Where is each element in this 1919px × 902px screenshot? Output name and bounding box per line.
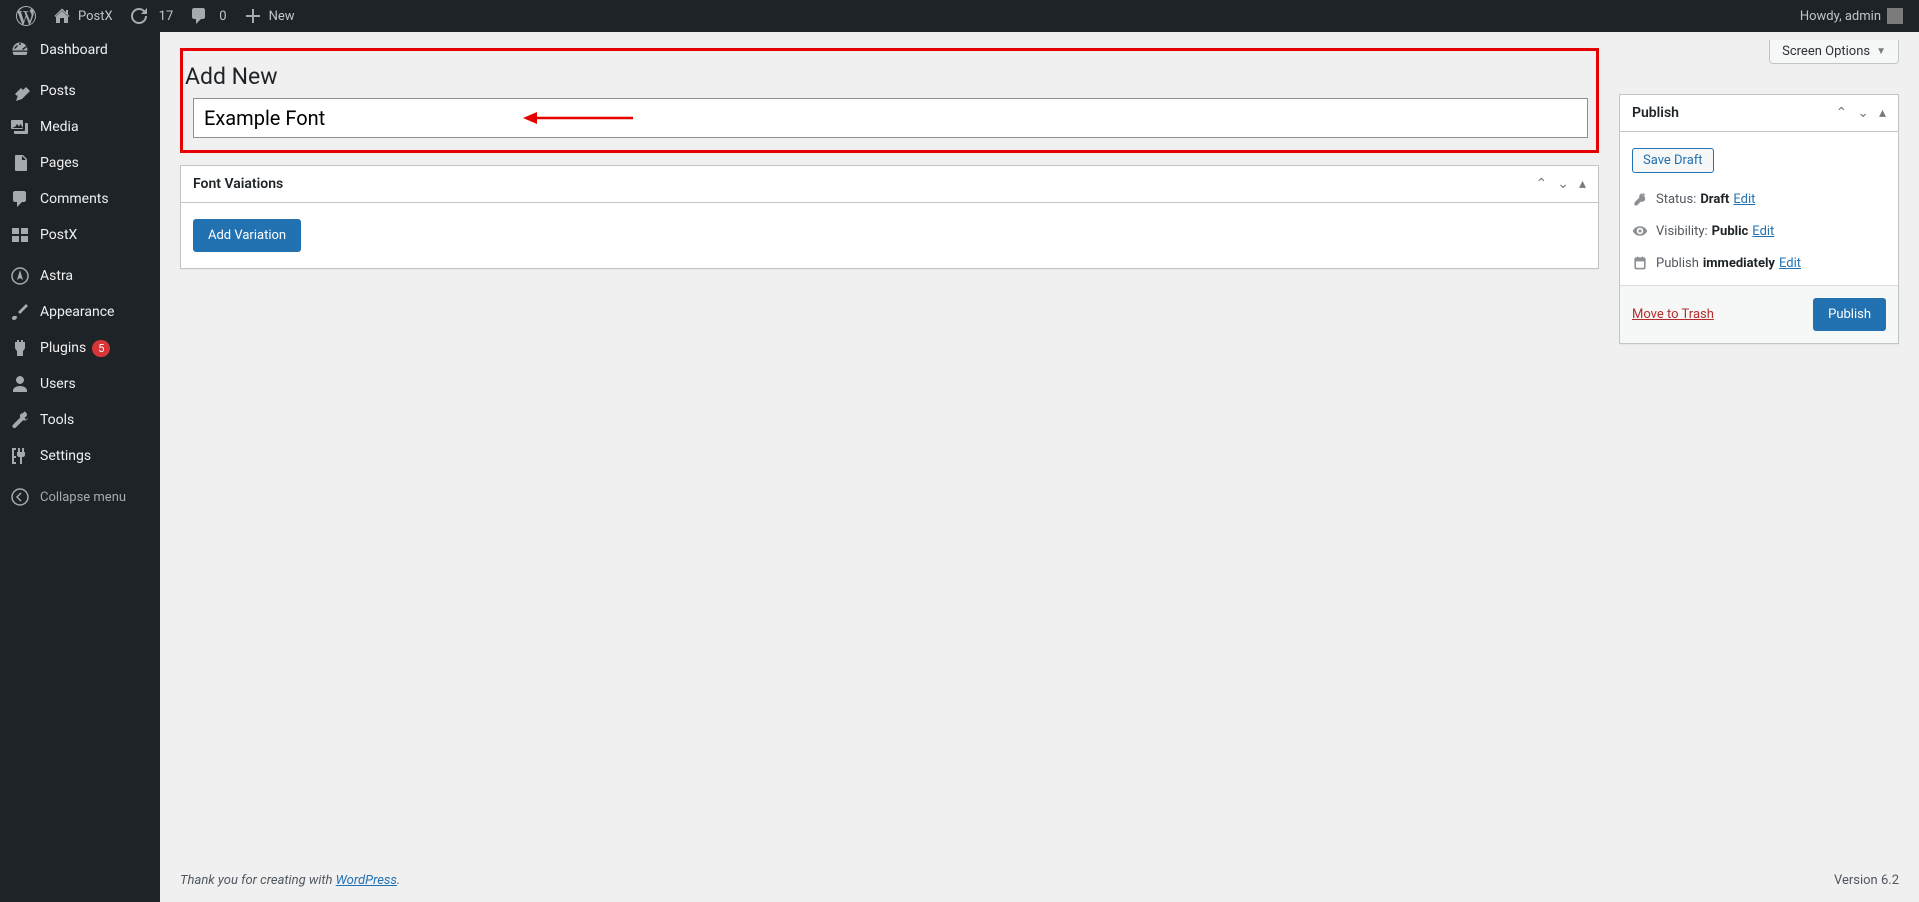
publish-box: Publish ⌃ ⌄ ▴ Save Draft Sta (1619, 94, 1899, 344)
visibility-row: Visibility: Public Edit (1632, 215, 1886, 247)
updates-count: 17 (159, 9, 174, 24)
sidebar-item-users[interactable]: Users (0, 366, 160, 402)
add-variation-button[interactable]: Add Variation (193, 219, 301, 252)
calendar-icon (1632, 255, 1648, 271)
user-icon (10, 374, 30, 394)
wrench-icon (10, 410, 30, 430)
sidebar-item-posts[interactable]: Posts (0, 73, 160, 109)
postx-icon (10, 225, 30, 245)
comments-count: 0 (219, 9, 226, 24)
page-icon (10, 153, 30, 173)
sidebar-label: Appearance (40, 304, 114, 320)
sidebar-item-comments[interactable]: Comments (0, 181, 160, 217)
sidebar-item-astra[interactable]: Astra (0, 258, 160, 294)
publish-button[interactable]: Publish (1813, 298, 1886, 331)
sidebar-item-dashboard[interactable]: Dashboard (0, 32, 160, 68)
sidebar-label: Posts (40, 83, 76, 99)
admin-bar: PostX 17 0 New Howdy, admin (0, 0, 1919, 32)
title-input[interactable] (193, 98, 1588, 138)
footer: Thank you for creating with WordPress. V… (160, 859, 1919, 902)
astra-icon (10, 266, 30, 286)
publish-title: Publish (1632, 105, 1679, 121)
sidebar-item-postx[interactable]: PostX (0, 217, 160, 253)
edit-schedule-link[interactable]: Edit (1779, 256, 1801, 271)
edit-status-link[interactable]: Edit (1733, 192, 1755, 207)
edit-visibility-link[interactable]: Edit (1752, 224, 1774, 239)
sidebar-item-appearance[interactable]: Appearance (0, 294, 160, 330)
caret-down-icon: ▼ (1876, 46, 1886, 57)
collapse-menu[interactable]: Collapse menu (0, 479, 160, 515)
screen-options-label: Screen Options (1782, 44, 1870, 59)
updates-link[interactable]: 17 (121, 0, 182, 32)
my-account[interactable]: Howdy, admin (1792, 0, 1911, 32)
sidebar-label: Comments (40, 191, 109, 207)
toggle-icon[interactable]: ▴ (1579, 177, 1586, 191)
brush-icon (10, 302, 30, 322)
wordpress-link[interactable]: WordPress (336, 873, 397, 888)
content-wrap: Screen Options ▼ Add New (160, 0, 1919, 902)
sidebar-label: Pages (40, 155, 79, 171)
sidebar-label: Users (40, 376, 76, 392)
sidebar-item-settings[interactable]: Settings (0, 438, 160, 474)
move-up-icon[interactable]: ⌃ (1836, 106, 1848, 120)
comments-link[interactable]: 0 (181, 0, 234, 32)
settings-icon (10, 446, 30, 466)
site-name-link[interactable]: PostX (44, 0, 121, 32)
new-content-link[interactable]: New (235, 0, 303, 32)
sidebar-label: Astra (40, 268, 73, 284)
pin-icon (10, 81, 30, 101)
dashboard-icon (10, 40, 30, 60)
version-text: Version 6.2 (1834, 873, 1899, 888)
collapse-label: Collapse menu (40, 490, 126, 505)
schedule-row: Publish immediately Edit (1632, 247, 1886, 279)
screen-options-toggle[interactable]: Screen Options ▼ (1769, 40, 1899, 64)
move-up-icon[interactable]: ⌃ (1536, 177, 1548, 191)
site-name-text: PostX (78, 9, 113, 24)
toggle-icon[interactable]: ▴ (1879, 106, 1886, 120)
comment-icon (10, 189, 30, 209)
sidebar-item-media[interactable]: Media (0, 109, 160, 145)
collapse-icon (10, 487, 30, 507)
font-variations-box: Font Vaiations ⌃ ⌄ ▴ Add Variation (180, 165, 1599, 269)
sidebar-label: PostX (40, 227, 77, 243)
sidebar-label: Dashboard (40, 42, 108, 58)
sidebar-item-plugins[interactable]: Plugins 5 (0, 330, 160, 366)
new-label: New (269, 9, 295, 24)
sidebar-item-tools[interactable]: Tools (0, 402, 160, 438)
move-down-icon[interactable]: ⌄ (1557, 177, 1569, 191)
admin-sidebar: Dashboard Posts Media Pages Comments Pos… (0, 32, 160, 902)
media-icon (10, 117, 30, 137)
key-icon (1632, 191, 1648, 207)
move-to-trash-link[interactable]: Move to Trash (1632, 307, 1714, 322)
plugins-badge: 5 (92, 340, 110, 357)
visibility-icon (1632, 223, 1648, 239)
avatar (1887, 8, 1903, 24)
wp-logo[interactable] (8, 0, 44, 32)
plugin-icon (10, 338, 30, 358)
annotation-box: Add New (180, 48, 1599, 153)
status-row: Status: Draft Edit (1632, 183, 1886, 215)
sidebar-label: Settings (40, 448, 91, 464)
howdy-text: Howdy, admin (1800, 9, 1881, 24)
save-draft-button[interactable]: Save Draft (1632, 148, 1714, 173)
sidebar-label: Plugins (40, 340, 86, 356)
sidebar-item-pages[interactable]: Pages (0, 145, 160, 181)
page-title: Add New (183, 59, 1596, 98)
sidebar-label: Tools (40, 412, 74, 428)
variations-title: Font Vaiations (193, 176, 283, 192)
sidebar-label: Media (40, 119, 79, 135)
move-down-icon[interactable]: ⌄ (1857, 106, 1869, 120)
